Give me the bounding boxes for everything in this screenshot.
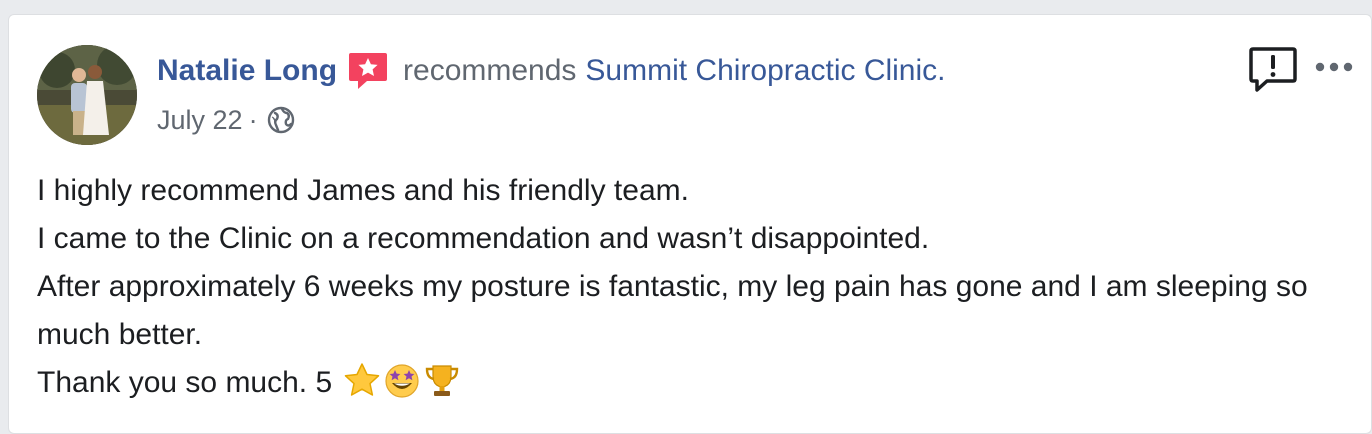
post-body: I highly recommend James and his friendl… bbox=[37, 167, 1357, 413]
post-header: Natalie Long recommends Summit Chiroprac… bbox=[157, 51, 946, 91]
page-name-link[interactable]: Summit Chiropractic Clinic. bbox=[585, 54, 945, 88]
meta-separator: · bbox=[248, 104, 258, 135]
post-meta: July 22 · bbox=[157, 103, 296, 137]
post-body-last-line: Thank you so much. 5 bbox=[37, 359, 1357, 413]
avatar[interactable] bbox=[37, 45, 137, 145]
post-body-line: I came to the Clinic on a recommendation… bbox=[37, 222, 930, 255]
recommends-text: recommends bbox=[403, 54, 577, 87]
author-name-link[interactable]: Natalie Long bbox=[157, 54, 337, 88]
post-body-line: Thank you so much. 5 bbox=[37, 366, 333, 399]
globe-icon[interactable] bbox=[266, 105, 296, 135]
post-card: Natalie Long recommends Summit Chiroprac… bbox=[8, 14, 1372, 434]
star-emoji-icon bbox=[343, 362, 381, 413]
post-date-link[interactable]: July 22 bbox=[157, 105, 243, 136]
more-options-icon bbox=[1315, 62, 1353, 72]
trophy-emoji-icon bbox=[423, 362, 461, 413]
recommendation-badge-icon bbox=[347, 51, 389, 91]
post-body-line: I highly recommend James and his friendl… bbox=[37, 174, 689, 207]
star-struck-emoji-icon bbox=[383, 362, 421, 413]
report-icon bbox=[1249, 47, 1297, 92]
more-options-button[interactable] bbox=[1309, 51, 1359, 83]
post-body-line: After approximately 6 weeks my posture i… bbox=[37, 270, 1308, 351]
report-button[interactable] bbox=[1247, 45, 1301, 95]
